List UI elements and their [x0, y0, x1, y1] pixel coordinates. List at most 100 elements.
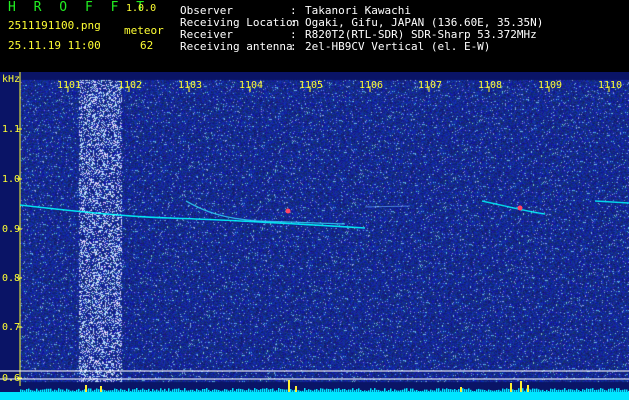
activity-spike: [252, 390, 254, 392]
activity-spike: [418, 390, 420, 392]
activity-spike: [226, 389, 228, 392]
activity-spike: [336, 388, 338, 392]
activity-spike: [422, 390, 424, 392]
activity-spike: [270, 389, 272, 392]
activity-spike: [404, 388, 406, 392]
activity-spike: [230, 389, 232, 392]
activity-spike: [530, 389, 532, 392]
activity-spike: [456, 390, 458, 392]
activity-spike: [610, 388, 612, 392]
activity-spike: [224, 389, 226, 392]
activity-spike: [506, 388, 508, 392]
activity-spike: [170, 390, 172, 392]
activity-spike: [142, 388, 144, 392]
activity-spike: [102, 389, 104, 392]
activity-spike: [564, 388, 566, 392]
activity-spike: [496, 390, 498, 392]
activity-spike: [334, 388, 336, 392]
activity-spike: [380, 390, 382, 392]
activity-spike: [164, 388, 166, 392]
y-tick-label: 1.1: [2, 124, 21, 135]
activity-spike: [458, 389, 460, 392]
activity-spike: [454, 388, 456, 392]
activity-spike: [78, 388, 80, 392]
activity-spike: [596, 389, 598, 392]
activity-spike: [356, 389, 358, 392]
activity-spike: [320, 388, 322, 392]
y-tick-label: 0.9: [2, 224, 21, 235]
activity-spike: [220, 390, 222, 392]
activity-spike: [26, 389, 28, 392]
activity-spike: [80, 390, 82, 392]
activity-spike: [586, 388, 588, 392]
meteor-echo-trace: [19, 204, 366, 229]
activity-spike: [298, 390, 300, 392]
activity-spike: [30, 389, 32, 392]
activity-spike: [58, 388, 60, 392]
activity-spike: [262, 388, 264, 392]
activity-spike: [600, 388, 602, 392]
activity-spike: [360, 389, 362, 392]
meteor-count: 62: [140, 39, 154, 52]
activity-spike: [450, 389, 452, 392]
activity-spike: [584, 389, 586, 392]
activity-spike: [432, 390, 434, 392]
x-tick-label: 1104: [239, 80, 264, 91]
activity-spike: [444, 389, 446, 392]
activity-spike: [362, 390, 364, 392]
activity-spike: [338, 388, 340, 392]
activity-spike: [340, 389, 342, 392]
activity-spike: [278, 388, 280, 392]
activity-spike: [158, 390, 160, 392]
activity-spike: [384, 388, 386, 392]
activity-spike: [318, 390, 320, 392]
activity-spike: [474, 390, 476, 392]
activity-spike: [238, 388, 240, 392]
activity-spike: [532, 388, 534, 392]
activity-spike: [606, 390, 608, 392]
activity-spike: [54, 389, 56, 392]
antenna-colon: :: [290, 40, 297, 53]
x-tick-label: 1110: [598, 80, 623, 91]
activity-spike: [150, 390, 152, 392]
activity-spike: [620, 390, 622, 392]
activity-spike: [98, 389, 100, 392]
activity-spike: [548, 390, 550, 392]
activity-spike: [410, 388, 412, 392]
activity-spike: [204, 388, 206, 392]
activity-spike: [66, 388, 68, 392]
activity-spike: [236, 389, 238, 392]
activity-spike: [52, 390, 54, 392]
activity-spike: [406, 388, 408, 392]
activity-spike: [208, 389, 210, 392]
activity-spike: [38, 390, 40, 392]
activity-peak: [295, 386, 297, 392]
activity-spike: [504, 389, 506, 392]
activity-spike: [192, 389, 194, 392]
activity-spike: [512, 389, 514, 392]
activity-spike: [76, 389, 78, 392]
activity-spike: [578, 390, 580, 392]
activity-spike: [388, 390, 390, 392]
activity-spike: [342, 389, 344, 392]
y-unit-label: kHz: [2, 74, 21, 85]
activity-spike: [222, 390, 224, 392]
meteor-echo-trace: [481, 200, 546, 215]
activity-spike: [552, 389, 554, 392]
activity-spike: [34, 390, 36, 392]
activity-spike: [394, 389, 396, 392]
activity-spike: [138, 390, 140, 392]
activity-spike: [282, 389, 284, 392]
activity-spike: [486, 390, 488, 392]
activity-spike: [494, 390, 496, 392]
activity-spike: [154, 390, 156, 392]
activity-spike: [324, 389, 326, 392]
activity-spike: [386, 390, 388, 392]
activity-spike: [612, 388, 614, 392]
activity-spike: [412, 388, 414, 392]
activity-spike: [248, 388, 250, 392]
activity-spike: [400, 390, 402, 392]
activity-spike: [492, 390, 494, 392]
activity-spike: [228, 390, 230, 392]
activity-spike: [622, 389, 624, 392]
